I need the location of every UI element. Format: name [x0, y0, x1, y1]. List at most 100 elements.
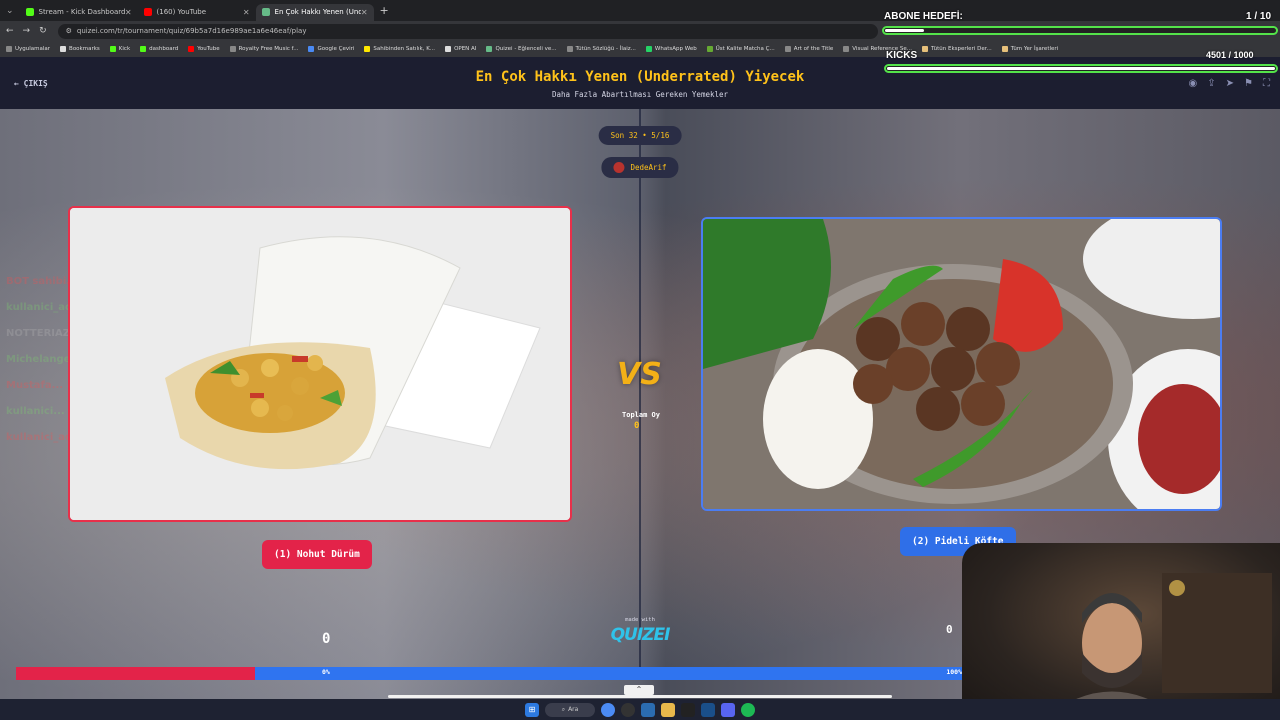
eye-icon[interactable]: ◉	[1189, 78, 1198, 89]
kick-favicon-icon	[25, 8, 34, 16]
choice-card-right[interactable]	[701, 217, 1222, 511]
windows-start-icon[interactable]: ⊞	[525, 702, 539, 717]
site-info-icon[interactable]: ⚙	[66, 27, 72, 35]
bookmark-item[interactable]: Tütün Sözlüğü - İlaiz...	[566, 46, 636, 52]
bookmark-item[interactable]: Bookmarks	[60, 46, 100, 52]
bookmark-item[interactable]: OPEN AI	[445, 46, 476, 52]
bottom-handle[interactable]	[388, 695, 892, 698]
total-votes-value: 0	[634, 421, 640, 431]
right-vote-count: 0	[946, 623, 953, 636]
streamer-image	[1042, 573, 1272, 720]
bookmark-item[interactable]: Üst Kalite Matcha Ç...	[706, 46, 775, 52]
folder-icon	[1001, 46, 1008, 52]
choice-card-left[interactable]	[68, 206, 572, 522]
close-tab-icon[interactable]: ✕	[361, 8, 368, 17]
vote-progress-left-fill	[16, 667, 256, 680]
vote-progress-bar: 0% 100%	[16, 667, 962, 680]
quizei-logo[interactable]: QUIZEI	[600, 625, 680, 645]
round-indicator: Son 32 • 5/16	[598, 126, 682, 145]
bookmark-item[interactable]: Google Çeviri	[308, 46, 354, 52]
new-tab-button[interactable]: +	[380, 4, 389, 17]
tab-title: En Çok Hakkı Yenen (Underrat	[274, 8, 361, 16]
youtube-icon	[188, 46, 195, 52]
nohut-durum-image	[70, 208, 570, 520]
user-badge: DedeArif	[601, 157, 679, 178]
search-icon: ⌕	[561, 705, 566, 713]
url-input[interactable]: ⚙ quizei.com/tr/tournament/quiz/69b5a7d1…	[57, 23, 878, 39]
kicks-fill	[887, 67, 1275, 70]
page-subtitle: Daha Fazla Abartılması Gereken Yemekler	[551, 90, 729, 99]
close-tab-icon[interactable]: ✕	[243, 8, 250, 17]
vs-badge: VS	[617, 357, 662, 392]
kicks-bar	[884, 64, 1278, 73]
bookmark-item[interactable]: Tütün Eksperleri Der...	[922, 46, 992, 52]
share-icon[interactable]: ⇪	[1207, 78, 1215, 89]
bookmark-item[interactable]: Tüm Yer İşaretleri	[1001, 46, 1058, 52]
made-with-label: made with	[625, 617, 655, 623]
spotify-icon[interactable]	[741, 702, 755, 717]
tab-youtube[interactable]: (160) YouTube ✕	[138, 4, 256, 21]
quizei-icon	[486, 46, 493, 52]
obs-icon[interactable]	[621, 702, 635, 717]
taskbar-search[interactable]: ⌕ Ara	[545, 702, 595, 717]
bookmark-item[interactable]: YouTube	[188, 46, 220, 52]
sub-goal-bar	[882, 26, 1278, 35]
header-actions: ◉ ⇪ ➤ ⚑ ⛶	[1189, 78, 1270, 89]
chevron-up-icon[interactable]: ⌃	[624, 685, 654, 695]
bookmark-item[interactable]: Sahibinden Satılık, K...	[364, 46, 435, 52]
app-icon[interactable]	[641, 702, 655, 717]
sub-goal-fill	[885, 29, 924, 32]
sahibinden-icon	[364, 46, 371, 52]
reload-icon[interactable]: ↻	[39, 26, 47, 36]
send-icon[interactable]: ➤	[1226, 78, 1234, 89]
chrome-icon[interactable]	[601, 702, 615, 717]
star-icon	[60, 46, 67, 52]
webcam-overlay	[962, 543, 1280, 720]
app-icon[interactable]	[701, 702, 715, 717]
flag-icon[interactable]: ⚑	[1244, 78, 1253, 89]
page-icon	[843, 46, 850, 52]
fullscreen-icon[interactable]: ⛶	[1263, 78, 1270, 89]
whatsapp-icon	[645, 46, 652, 52]
avatar	[613, 162, 625, 173]
sub-goal-value: 1 / 10	[1246, 11, 1272, 22]
pideli-kofte-image	[703, 219, 1220, 509]
bookmark-item[interactable]: Kick	[109, 46, 130, 52]
leaf-icon	[706, 46, 713, 52]
os-taskbar: ⊞ ⌕ Ara	[0, 699, 1280, 720]
browser-tab-bar: ⌄ Stream - Kick Dashboard ✕ (160) YouTub…	[0, 0, 1280, 21]
tab-list-icon[interactable]: ⌄	[6, 6, 14, 16]
app-icon[interactable]	[681, 702, 695, 717]
username: DedeArif	[630, 163, 667, 172]
quizei-favicon-icon	[261, 8, 270, 16]
url-text: quizei.com/tr/tournament/quiz/69b5a7d16e…	[76, 27, 307, 35]
tab-title: (160) YouTube	[156, 8, 207, 16]
folder-icon[interactable]	[661, 702, 675, 717]
bookmark-item[interactable]: WhatsApp Web	[645, 46, 697, 52]
choice-label-left[interactable]: (1) Nohut Dürüm	[262, 540, 372, 569]
tab-kick-dashboard[interactable]: Stream - Kick Dashboard ✕	[20, 4, 138, 21]
discord-icon[interactable]	[721, 702, 735, 717]
kicks-value: 4501 / 1000	[1206, 50, 1254, 60]
kick-icon	[109, 46, 116, 52]
page-icon	[784, 46, 791, 52]
bookmarks-bar: Uygulamalar Bookmarks Kick dashboard You…	[0, 41, 1280, 57]
page-icon	[922, 46, 929, 52]
left-percent: 0%	[322, 668, 330, 676]
bookmark-item[interactable]: Quizei - Eğlenceli ve...	[486, 46, 557, 52]
bookmark-item[interactable]: dashboard	[140, 46, 178, 52]
bookmark-item[interactable]: Uygulamalar	[6, 46, 50, 52]
openai-icon	[445, 46, 452, 52]
kicks-label: KICKS	[886, 50, 918, 61]
right-percent: 100%	[946, 668, 962, 676]
apps-icon	[6, 46, 12, 52]
left-vote-count: 0	[322, 631, 331, 647]
back-icon[interactable]: ←	[6, 26, 14, 36]
bookmark-item[interactable]: Royalty Free Music f...	[229, 46, 298, 52]
tab-quizei[interactable]: En Çok Hakkı Yenen (Underrat ✕	[255, 3, 374, 21]
kick-icon	[140, 46, 147, 52]
bookmark-item[interactable]: Art of the Title	[784, 46, 833, 52]
close-tab-icon[interactable]: ✕	[125, 8, 132, 17]
forward-icon[interactable]: →	[23, 26, 31, 36]
sub-goal-label: ABONE HEDEFİ:	[884, 11, 963, 22]
